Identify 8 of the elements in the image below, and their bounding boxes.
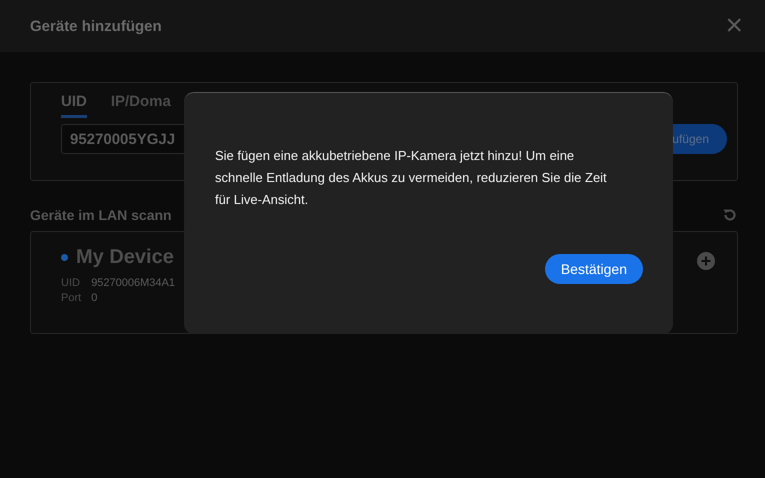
window-title: Geräte hinzufügen [30, 18, 162, 34]
device-name: My Device [76, 246, 174, 269]
field-value: 0 [91, 292, 98, 304]
field-label: Port [61, 292, 82, 304]
field-label: UID [61, 277, 81, 289]
dialog-message: Sie fügen eine akkubetriebene IP-Kamera jetzt hinzu! Um eine schnelle Entladung des Akkus zu vermeiden, reduzieren Sie die Zeit für Live-Ansicht. [215, 147, 608, 209]
section-heading: Geräte im LAN scann [30, 207, 172, 223]
field-value: 95270006M34A1 [91, 277, 175, 289]
